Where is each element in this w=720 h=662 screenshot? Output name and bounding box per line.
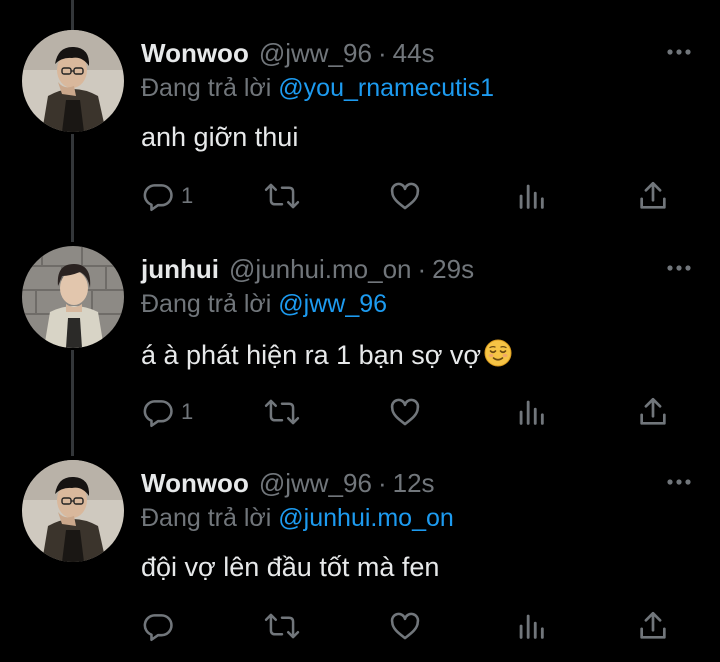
share-icon: [640, 611, 666, 639]
reply-count: 1: [181, 183, 194, 208]
tweet-actions: [0, 608, 720, 648]
tweet-text: á à phát hiện ra 1 bạn sợ vợ: [141, 338, 513, 375]
views-button[interactable]: [514, 394, 548, 430]
reply-button[interactable]: 1: [141, 394, 193, 430]
tweet-text-body: á à phát hiện ra 1 bạn sợ vợ: [141, 340, 482, 370]
more-button[interactable]: [664, 256, 694, 280]
avatar-photo-icon: [22, 460, 124, 562]
retweet-button[interactable]: [264, 394, 300, 430]
replying-to: Đang trả lời @junhui.mo_on: [141, 504, 454, 533]
reply-count: 1: [181, 399, 194, 424]
retweet-icon: [264, 399, 300, 425]
reply-button[interactable]: 1: [141, 178, 193, 214]
avatar-photo-icon: [22, 30, 124, 132]
tweet-text: đội vợ lên đầu tốt mà fen: [141, 552, 439, 583]
display-name[interactable]: junhui: [141, 254, 219, 285]
timestamp[interactable]: 12s: [393, 468, 435, 499]
replying-to-mention[interactable]: @you_rnamecutis1: [278, 74, 494, 102]
share-button[interactable]: [636, 178, 670, 214]
separator: ·: [377, 38, 387, 68]
share-button[interactable]: [636, 608, 670, 644]
replying-to: Đang trả lời @you_rnamecutis1: [141, 74, 494, 103]
replying-to-mention[interactable]: @jww_96: [278, 290, 387, 318]
more-button[interactable]: [664, 470, 694, 494]
replying-to-label: Đang trả lời: [141, 74, 272, 102]
heart-icon: [390, 182, 420, 210]
more-icon: [667, 479, 691, 485]
display-name[interactable]: Wonwoo: [141, 468, 249, 499]
more-button[interactable]: [664, 40, 694, 64]
tweet-header: Wonwoo @jww_96 · 12s: [141, 468, 435, 502]
tweet-actions: 1: [0, 178, 720, 218]
avatar-photo-icon: [22, 246, 124, 348]
heart-icon: [390, 398, 420, 426]
reply-icon: [143, 614, 173, 642]
views-icon: [519, 614, 544, 639]
tweet[interactable]: Wonwoo @jww_96 · 12s Đang trả lời @junhu…: [0, 430, 720, 644]
tweet-text: anh giỡn thui: [141, 122, 298, 153]
tweet-actions: 1: [0, 394, 720, 434]
like-button[interactable]: [388, 608, 422, 644]
timestamp[interactable]: 44s: [393, 38, 435, 69]
replying-to: Đang trả lời @jww_96: [141, 290, 387, 319]
share-button[interactable]: [636, 394, 670, 430]
avatar[interactable]: [22, 246, 124, 348]
separator: ·: [377, 468, 387, 498]
retweet-icon: [264, 613, 300, 639]
display-name[interactable]: Wonwoo: [141, 38, 249, 69]
share-icon: [640, 397, 666, 425]
replying-to-label: Đang trả lời: [141, 504, 272, 532]
avatar[interactable]: [22, 460, 124, 562]
replying-to-label: Đang trả lời: [141, 290, 272, 318]
reply-button[interactable]: [141, 608, 175, 644]
username-handle[interactable]: @junhui.mo_on: [229, 254, 412, 285]
tweet-text-body: anh giỡn thui: [141, 122, 299, 152]
heart-icon: [390, 612, 420, 640]
reply-icon: [143, 184, 173, 212]
retweet-icon: [264, 183, 300, 209]
more-icon: [667, 49, 691, 55]
reply-icon: [143, 400, 173, 428]
tweet[interactable]: Wonwoo @jww_96 · 44s Đang trả lời @you_r…: [0, 0, 720, 214]
like-button[interactable]: [388, 394, 422, 430]
retweet-button[interactable]: [264, 178, 300, 214]
views-icon: [519, 400, 544, 425]
tweet-header: Wonwoo @jww_96 · 44s: [141, 38, 435, 72]
views-icon: [519, 184, 544, 209]
relieved-face-emoji: [483, 338, 513, 375]
tweet[interactable]: junhui @junhui.mo_on · 29s Đang trả lời …: [0, 216, 720, 430]
timestamp[interactable]: 29s: [432, 254, 474, 285]
views-button[interactable]: [514, 178, 548, 214]
username-handle[interactable]: @jww_96: [259, 468, 372, 499]
views-button[interactable]: [514, 608, 548, 644]
username-handle[interactable]: @jww_96: [259, 38, 372, 69]
more-icon: [667, 265, 691, 271]
tweet-header: junhui @junhui.mo_on · 29s: [141, 254, 474, 288]
tweet-text-body: đội vợ lên đầu tốt mà fen: [141, 552, 440, 582]
separator: ·: [417, 254, 427, 284]
share-icon: [640, 181, 666, 209]
avatar[interactable]: [22, 30, 124, 132]
replying-to-mention[interactable]: @junhui.mo_on: [278, 504, 454, 532]
relieved-face-icon: [484, 339, 512, 367]
like-button[interactable]: [388, 178, 422, 214]
retweet-button[interactable]: [264, 608, 300, 644]
